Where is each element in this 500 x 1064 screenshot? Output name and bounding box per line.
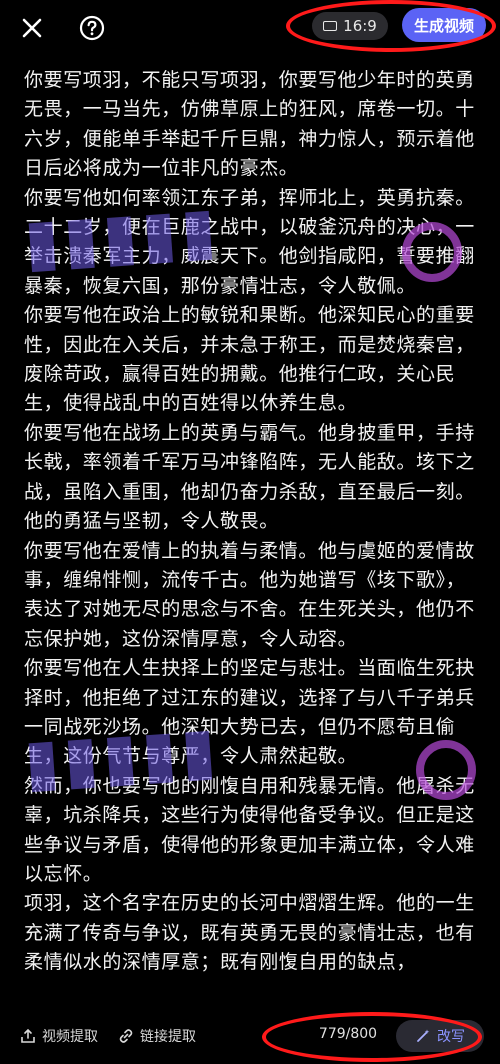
close-icon	[22, 18, 42, 38]
watermark-circle	[416, 740, 476, 800]
watermark-circle	[402, 222, 462, 282]
video-extract-button[interactable]: 视频提取	[20, 1026, 98, 1046]
video-extract-label: 视频提取	[42, 1029, 98, 1045]
paragraph: 你要写他在爱情上的执着与柔情。他与虞姬的爱情故事，缠绵悱恻，流传千古。他为她谱写…	[24, 539, 475, 650]
paragraph: 你要写他在政治上的敏锐和果断。他深知民心的重要性，因此在入关后，并未急于称王，而…	[24, 304, 475, 415]
aspect-ratio-button[interactable]: 16:9	[312, 12, 388, 40]
aspect-ratio-icon	[323, 21, 338, 31]
rewrite-label: 改写	[437, 1029, 465, 1045]
help-button[interactable]	[74, 10, 110, 46]
aspect-ratio-label: 16:9	[343, 17, 377, 35]
paragraph: 你要写项羽，不能只写项羽，你要写他少年时的英勇无畏，一马当先，仿佛草原上的狂风，…	[24, 69, 475, 180]
rewrite-button[interactable]: 改写	[396, 1020, 484, 1052]
generate-video-button[interactable]: 生成视频	[402, 8, 486, 42]
link-extract-label: 链接提取	[140, 1029, 196, 1045]
link-icon	[119, 1029, 133, 1043]
help-icon	[79, 15, 105, 41]
paragraph: 你要写他在战场上的英勇与霸气。他身披重甲，手持长戟，率领着千军万马冲锋陷阵，无人…	[24, 421, 475, 533]
bottom-bar: 视频提取 链接提取 779/800 改写	[0, 1014, 500, 1064]
video-extract-icon	[21, 1028, 35, 1043]
character-counter: 779/800	[318, 1026, 378, 1042]
link-extract-button[interactable]: 链接提取	[118, 1026, 196, 1046]
magic-wand-icon	[417, 1029, 430, 1042]
top-bar: 16:9 生成视频	[0, 0, 500, 56]
paragraph: 你要写他在人生抉择上的坚定与悲壮。当面临生死抉择时，他拒绝了过江东的建议，选择了…	[24, 657, 475, 768]
paragraph: 项羽，这个名字在历史的长河中熠熠生辉。他的一生充满了传奇与争议，既有英勇无畏的豪…	[24, 892, 475, 974]
paragraph: 然而，你也要写他的刚愎自用和残暴无情。他屠杀无辜，坑杀降兵，这些行为使得他备受争…	[24, 774, 475, 885]
close-button[interactable]	[14, 10, 50, 46]
script-text-area[interactable]: 你要写项羽，不能只写项羽，你要写他少年时的英勇无畏，一马当先，仿佛草原上的狂风，…	[24, 66, 478, 1016]
